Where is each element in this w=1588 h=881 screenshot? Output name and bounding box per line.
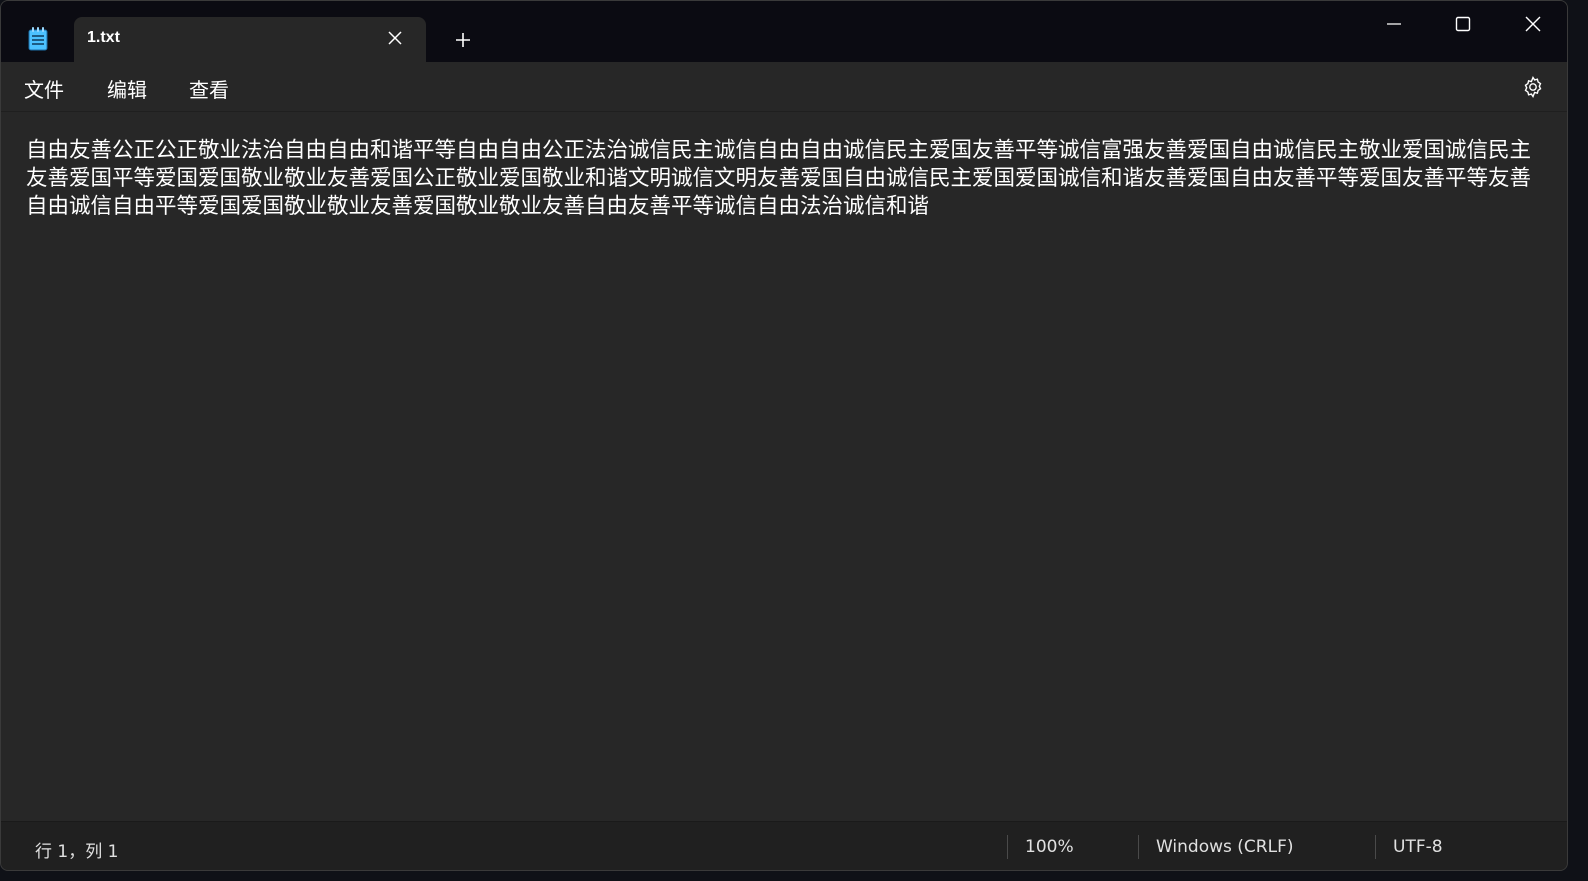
menu-view[interactable]: 查看 xyxy=(187,74,231,103)
menu-edit[interactable]: 编辑 xyxy=(105,74,149,103)
editor-text-area[interactable]: 自由友善公正公正敬业法治自由自由和谐平等自由自由公正法治诚信民主诚信自由自由诚信… xyxy=(26,137,1550,221)
menu-divider xyxy=(1,111,1567,112)
status-divider xyxy=(1138,835,1139,859)
status-divider xyxy=(1007,835,1008,859)
notepad-window: 1.txt 文件 编辑 查看 自由友善公正公正敬业法治自由自由和谐平等自由自由公… xyxy=(0,0,1568,871)
title-bar[interactable]: 1.txt xyxy=(1,1,1567,62)
maximize-icon[interactable] xyxy=(1448,9,1478,39)
menu-bar: 文件 编辑 查看 xyxy=(1,62,1567,112)
status-divider xyxy=(1375,835,1376,859)
notepad-icon xyxy=(28,27,48,51)
menu-file[interactable]: 文件 xyxy=(22,74,66,103)
cursor-position: 行 1，列 1 xyxy=(35,842,119,862)
status-bar: 行 1，列 1 100% Windows (CRLF) UTF-8 xyxy=(1,821,1567,870)
tab-title: 1.txt xyxy=(87,29,120,46)
zoom-level: 100% xyxy=(1025,837,1074,857)
new-tab-plus-icon[interactable] xyxy=(450,27,476,53)
close-window-icon[interactable] xyxy=(1518,9,1548,39)
close-tab-icon[interactable] xyxy=(384,27,406,49)
gear-icon[interactable] xyxy=(1521,75,1545,99)
minimize-icon[interactable] xyxy=(1379,9,1409,39)
encoding: UTF-8 xyxy=(1393,837,1443,857)
tab-1-txt[interactable]: 1.txt xyxy=(74,17,426,62)
line-ending: Windows (CRLF) xyxy=(1156,837,1294,857)
